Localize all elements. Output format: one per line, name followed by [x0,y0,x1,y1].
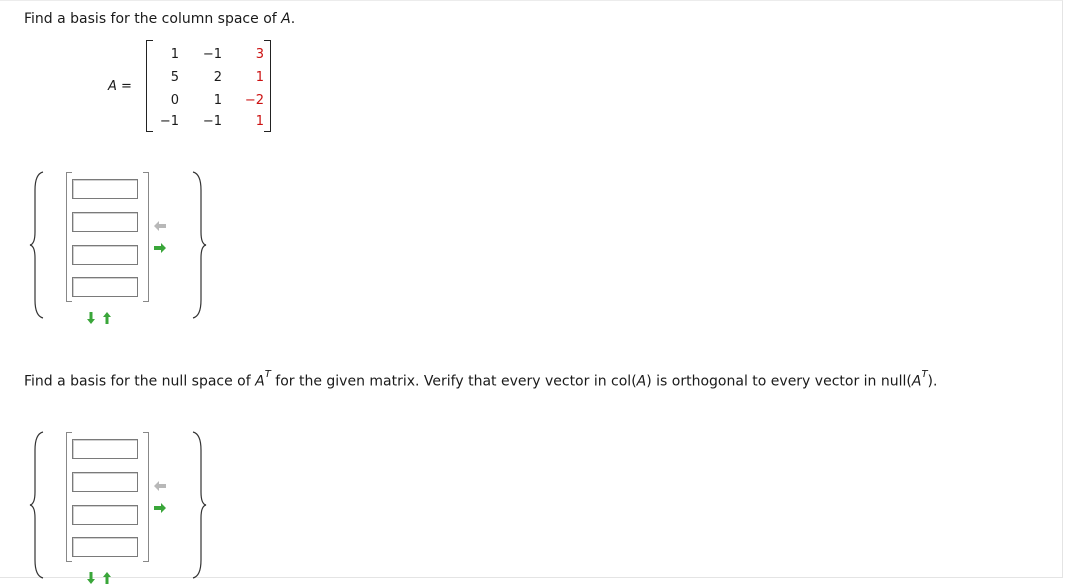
vector-entry-4[interactable] [72,277,138,297]
matrix-cell: 2 [213,70,222,85]
vector-entry-4[interactable] [72,537,138,557]
arrow-up-icon[interactable] [102,311,112,325]
matrix-label: A = [108,79,132,94]
vector-entry-2[interactable] [72,212,138,232]
matrix-cell: 1 [170,47,179,62]
matrix-cell: 1 [255,114,264,129]
arrow-down-icon[interactable] [86,311,96,325]
matrix-a: 1 −1 3 5 2 1 0 1 −2 −1 −1 1 [146,40,271,132]
vector-entry-3[interactable] [72,505,138,525]
vector-entry-1[interactable] [72,179,138,199]
arrow-down-icon[interactable] [86,571,96,585]
matrix-cell: −1 [202,114,222,129]
question-1: Find a basis for the column space of A. [24,11,296,27]
left-brace [29,171,44,319]
arrow-right-icon[interactable] [153,502,167,514]
matrix-cell: 1 [213,93,222,108]
matrix-cell: −1 [202,47,222,62]
answer-vector-set-1 [28,170,208,324]
vector-entry-2[interactable] [72,472,138,492]
arrow-left-icon[interactable] [153,220,167,232]
vector-entry-3[interactable] [72,245,138,265]
matrix-cell: −1 [159,114,179,129]
left-brace [29,431,44,579]
arrow-up-icon[interactable] [102,571,112,585]
matrix-cell: 1 [255,70,264,85]
right-brace [192,171,207,319]
vector-entry-1[interactable] [72,439,138,459]
vector-right-bracket [143,432,149,562]
vector-right-bracket [143,172,149,302]
matrix-cell: 0 [170,93,179,108]
right-brace [192,431,207,579]
matrix-cell: 3 [255,47,264,62]
question-2: Find a basis for the null space of AT fo… [24,369,938,390]
arrow-right-icon[interactable] [153,242,167,254]
answer-vector-set-2 [28,430,208,584]
matrix-cell: 5 [170,70,179,85]
arrow-left-icon[interactable] [153,480,167,492]
matrix-cell: −2 [244,93,264,108]
matrix-right-bracket [264,40,271,132]
